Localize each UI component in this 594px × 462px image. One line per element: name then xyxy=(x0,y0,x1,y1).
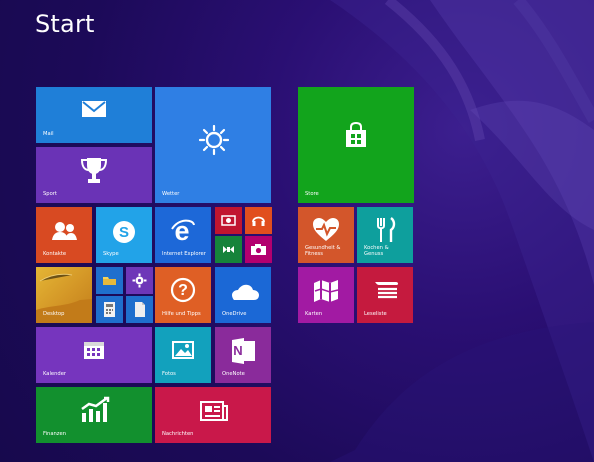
trophy-icon xyxy=(79,155,109,187)
folder-icon xyxy=(102,274,117,286)
tile-news[interactable]: Nachrichten xyxy=(155,387,271,443)
page-title: Start xyxy=(35,10,95,38)
video-icon xyxy=(221,214,236,227)
tile-food-drink[interactable]: Kochen & Genuss xyxy=(357,207,413,263)
document-icon xyxy=(134,301,146,318)
tile-calculator[interactable] xyxy=(96,296,123,323)
controller-icon xyxy=(221,243,236,256)
tile-label-skype: Skype xyxy=(103,250,119,257)
sun-icon xyxy=(199,125,229,155)
tile-label-store: Store xyxy=(305,190,319,197)
tile-store[interactable]: Store xyxy=(298,87,414,203)
tile-label-contacts: Kontakte xyxy=(43,250,67,257)
finance-chart-icon xyxy=(79,395,111,425)
tile-pc-settings[interactable] xyxy=(126,267,153,294)
store-bag-icon xyxy=(341,121,371,151)
tile-photos[interactable]: Fotos xyxy=(155,327,211,383)
svg-text:?: ? xyxy=(178,282,188,299)
tile-label-sport: Sport xyxy=(43,190,57,197)
tile-label-reading-list: Leseliste xyxy=(364,310,387,317)
tile-maps[interactable]: Karten xyxy=(298,267,354,323)
tile-health-fitness[interactable]: Gesundheit & Fitness xyxy=(298,207,354,263)
tile-blank-small[interactable] xyxy=(126,296,153,323)
tile-label-help-tips: Hilfe und Tipps xyxy=(162,310,201,317)
tile-label-photos: Fotos xyxy=(162,370,176,377)
tile-calendar[interactable]: Kalender xyxy=(36,327,152,383)
tile-label-calendar: Kalender xyxy=(43,370,67,377)
onenote-icon: N xyxy=(230,337,258,365)
map-icon xyxy=(312,278,340,304)
question-icon: ? xyxy=(170,277,196,303)
tile-games[interactable] xyxy=(215,236,242,263)
tile-mail[interactable]: Mail xyxy=(36,87,152,143)
skype-icon: S xyxy=(111,219,137,245)
photo-icon xyxy=(172,340,194,360)
fork-knife-icon xyxy=(375,216,397,244)
tile-finance[interactable]: Finanzen xyxy=(36,387,152,443)
tile-onedrive[interactable]: OneDrive xyxy=(215,267,271,323)
cloud-icon xyxy=(226,282,260,302)
svg-text:N: N xyxy=(233,343,242,358)
headphones-icon xyxy=(251,213,266,228)
news-icon xyxy=(200,400,228,422)
tile-label-maps: Karten xyxy=(305,310,323,317)
internet-explorer-icon: e xyxy=(169,217,197,245)
tile-desktop[interactable]: Desktop xyxy=(36,267,92,323)
tile-label-onenote: OneNote xyxy=(222,370,245,377)
tile-weather[interactable]: Wetter xyxy=(155,87,271,203)
tile-reading-list[interactable]: Leseliste xyxy=(357,267,413,323)
windows-start-screen: Start Mail Wetter Sport Kontakte S Skype… xyxy=(0,0,594,462)
tile-file-explorer[interactable] xyxy=(96,267,123,294)
tile-label-weather: Wetter xyxy=(162,190,180,197)
tile-onenote[interactable]: N OneNote xyxy=(215,327,271,383)
calendar-icon xyxy=(82,339,106,361)
tile-label-health-fitness: Gesundheit & Fitness xyxy=(305,245,341,257)
heartbeat-icon xyxy=(311,217,341,243)
tile-sport[interactable]: Sport xyxy=(36,147,152,203)
tile-skype[interactable]: S Skype xyxy=(96,207,152,263)
tile-label-mail: Mail xyxy=(43,130,54,137)
camera-icon xyxy=(250,243,267,256)
calculator-icon xyxy=(103,301,116,318)
tile-label-onedrive: OneDrive xyxy=(222,310,247,317)
mail-icon xyxy=(80,98,108,120)
tile-label-internet-explorer: Internet Explorer xyxy=(162,250,206,257)
tile-label-food-drink: Kochen & Genuss xyxy=(364,245,389,257)
tile-internet-explorer[interactable]: e Internet Explorer xyxy=(155,207,211,263)
tile-music[interactable] xyxy=(245,207,272,234)
tile-help-tips[interactable]: ? Hilfe und Tipps xyxy=(155,267,211,323)
tile-contacts[interactable]: Kontakte xyxy=(36,207,92,263)
tile-label-news: Nachrichten xyxy=(162,430,194,437)
tile-label-desktop: Desktop xyxy=(43,310,65,317)
tile-video[interactable] xyxy=(215,207,242,234)
svg-text:S: S xyxy=(119,224,129,241)
people-icon xyxy=(50,221,78,241)
reading-list-icon xyxy=(371,279,401,301)
tile-label-finance: Finanzen xyxy=(43,430,67,437)
gear-icon xyxy=(132,273,147,288)
tile-camera[interactable] xyxy=(245,236,272,263)
